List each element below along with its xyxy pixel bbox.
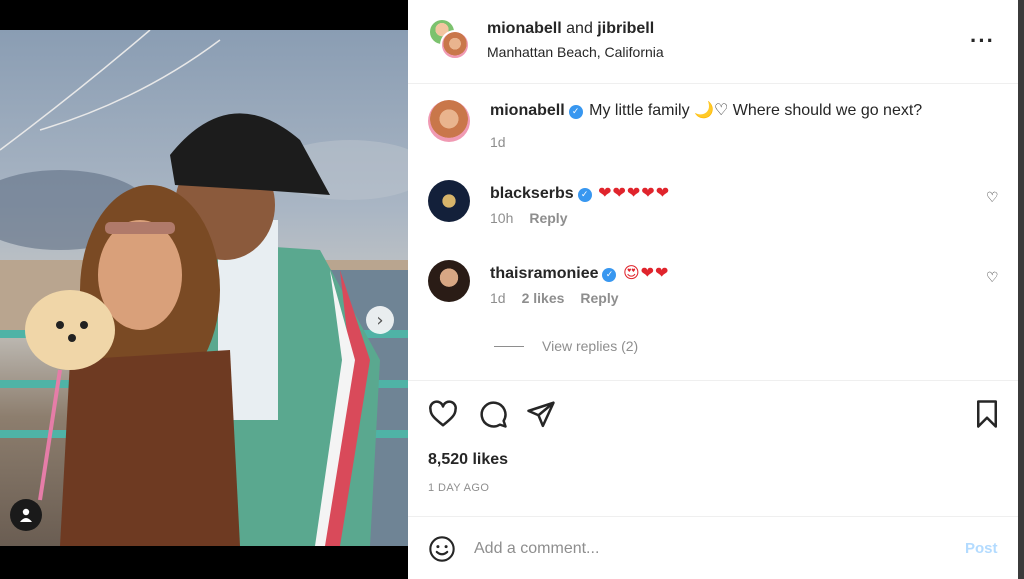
verified-badge-icon: ✓: [602, 268, 617, 282]
comment-username[interactable]: thaisramoniee: [490, 265, 598, 282]
tagged-users-button[interactable]: [10, 499, 42, 531]
post-actions: 8,520 likes 1 DAY AGO: [408, 380, 1018, 516]
comment-time[interactable]: 1d: [490, 290, 506, 306]
add-comment-bar: Post: [408, 516, 1018, 579]
comment-meta: 1d 2 likes Reply: [490, 290, 619, 306]
next-photo-button[interactable]: ›: [366, 306, 394, 334]
caption-time[interactable]: 1d: [490, 134, 506, 150]
like-comment-button[interactable]: ♡: [986, 190, 999, 206]
post-timestamp[interactable]: 1 DAY AGO: [428, 482, 489, 494]
collab-avatars[interactable]: [428, 18, 472, 62]
like-comment-button[interactable]: ♡: [986, 270, 999, 286]
reply-button[interactable]: Reply: [580, 290, 618, 306]
likes-count[interactable]: 8,520 likes: [428, 451, 508, 469]
post-authors: mionabell and jibribell: [487, 20, 654, 38]
scrollbar[interactable]: [1018, 0, 1024, 579]
comment-meta: 10h Reply: [490, 210, 567, 226]
avatar: [440, 30, 470, 60]
comment-text: 😍❤❤: [622, 263, 670, 282]
comment-likes[interactable]: 2 likes: [522, 290, 565, 306]
caption-text: My little family 🌙♡ Where should we go n…: [589, 102, 923, 119]
heart-outline-icon: ♡: [986, 190, 999, 206]
view-replies-label: View replies (2): [542, 338, 639, 354]
paper-plane-icon[interactable]: [526, 399, 556, 429]
caption-meta: 1d: [490, 134, 506, 150]
post-location[interactable]: Manhattan Beach, California: [487, 44, 664, 60]
view-replies-button[interactable]: View replies (2): [494, 338, 638, 354]
authors-joiner: and: [566, 20, 593, 37]
avatar[interactable]: [428, 100, 470, 142]
post-media: ›: [0, 0, 408, 579]
caption-username[interactable]: mionabell: [490, 102, 565, 119]
chevron-right-icon: ›: [376, 309, 384, 331]
post-details-panel: mionabell and jibribell Manhattan Beach,…: [408, 0, 1018, 579]
heart-outline-icon: ♡: [986, 270, 999, 286]
more-options-button[interactable]: ···: [970, 28, 995, 54]
comment-body: thaisramoniee ✓ 😍❤❤: [490, 262, 970, 285]
comment-input[interactable]: [474, 535, 944, 563]
verified-badge-icon: ✓: [568, 105, 583, 119]
reply-button[interactable]: Reply: [529, 210, 567, 226]
photo-illustration: [0, 30, 408, 546]
heart-outline-icon[interactable]: [428, 399, 458, 429]
verified-badge-icon: ✓: [577, 188, 592, 202]
caption-body: mionabell ✓ My little family 🌙♡ Where sho…: [490, 100, 970, 122]
emoji-smile-icon[interactable]: [428, 535, 456, 563]
author-username[interactable]: mionabell: [487, 20, 562, 37]
avatar[interactable]: [428, 260, 470, 302]
comment-bubble-icon[interactable]: [478, 399, 508, 429]
user-tag-icon: [20, 508, 32, 522]
comment-time[interactable]: 10h: [490, 210, 513, 226]
divider: [494, 345, 524, 347]
more-horizontal-icon: ···: [970, 28, 995, 53]
collaborator-username[interactable]: jibribell: [597, 20, 654, 37]
bookmark-icon[interactable]: [972, 399, 1002, 429]
comment-username[interactable]: blackserbs: [490, 185, 574, 202]
post-comment-button[interactable]: Post: [965, 540, 998, 557]
comment-text: ❤❤❤❤❤: [598, 183, 671, 202]
avatar[interactable]: [428, 180, 470, 222]
comment-body: blackserbs ✓ ❤❤❤❤❤: [490, 182, 970, 205]
post-photo[interactable]: ›: [0, 30, 408, 546]
post-header: mionabell and jibribell Manhattan Beach,…: [408, 0, 1018, 84]
